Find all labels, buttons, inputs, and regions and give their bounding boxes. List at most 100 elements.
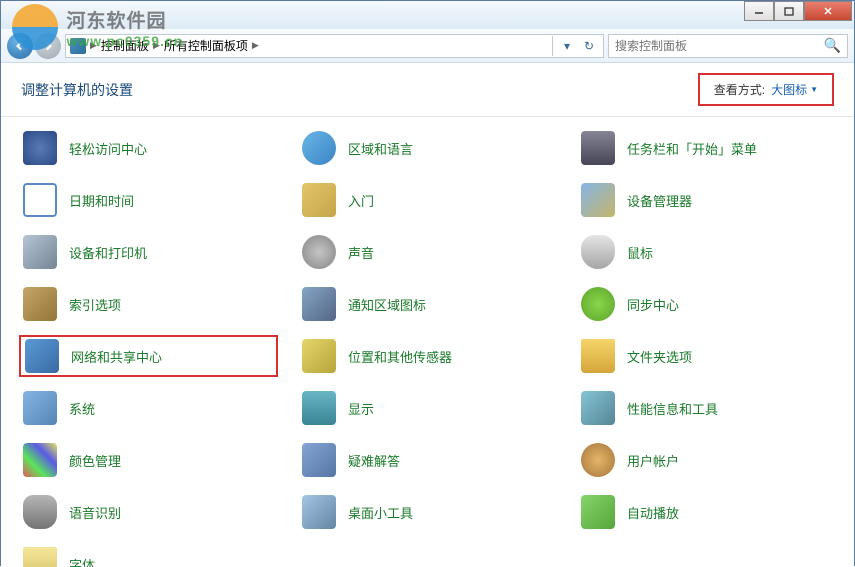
cp-item-perf[interactable]: 性能信息和工具 bbox=[577, 387, 836, 429]
cp-item-display[interactable]: 显示 bbox=[298, 387, 557, 429]
trouble-icon bbox=[302, 443, 336, 477]
close-icon bbox=[823, 6, 833, 16]
cp-item-label: 日期和时间 bbox=[69, 191, 134, 210]
cp-item-speech[interactable]: 语音识别 bbox=[19, 491, 278, 533]
control-panel-window: ▶ 控制面板 ▶ 所有控制面板项 ▶ ▾ ↻ 🔍 调整计算机的设置 查看方式: … bbox=[0, 0, 855, 566]
window-controls bbox=[744, 1, 852, 21]
cp-item-folder[interactable]: 文件夹选项 bbox=[577, 335, 836, 377]
cp-item-mouse[interactable]: 鼠标 bbox=[577, 231, 836, 273]
cp-item-label: 字体 bbox=[69, 555, 95, 567]
cp-item-gadget[interactable]: 桌面小工具 bbox=[298, 491, 557, 533]
cp-item-index[interactable]: 索引选项 bbox=[19, 283, 278, 325]
cp-item-label: 位置和其他传感器 bbox=[348, 347, 452, 366]
perf-icon bbox=[581, 391, 615, 425]
folder-icon bbox=[581, 339, 615, 373]
cp-item-autoplay[interactable]: 自动播放 bbox=[577, 491, 836, 533]
cp-item-start[interactable]: 入门 bbox=[298, 179, 557, 221]
speech-icon bbox=[23, 495, 57, 529]
date-icon bbox=[23, 183, 57, 217]
view-label: 查看方式: bbox=[714, 81, 765, 98]
autoplay-icon bbox=[581, 495, 615, 529]
taskbar-icon bbox=[581, 131, 615, 165]
nav-back-button[interactable] bbox=[7, 33, 33, 59]
cp-item-sync[interactable]: 同步中心 bbox=[577, 283, 836, 325]
start-icon bbox=[302, 183, 336, 217]
network-icon bbox=[25, 339, 59, 373]
chevron-down-icon: ▼ bbox=[810, 85, 818, 94]
header-row: 调整计算机的设置 查看方式: 大图标 ▼ bbox=[1, 63, 854, 117]
searchbox[interactable]: 🔍 bbox=[608, 34, 848, 58]
breadcrumb[interactable]: ▶ 控制面板 ▶ 所有控制面板项 ▶ ▾ ↻ bbox=[65, 34, 604, 58]
display-icon bbox=[302, 391, 336, 425]
chevron-down-icon: ▾ bbox=[564, 39, 570, 53]
close-button[interactable] bbox=[804, 1, 852, 21]
cp-item-label: 同步中心 bbox=[627, 295, 679, 314]
minimize-button[interactable] bbox=[744, 1, 774, 21]
cp-item-label: 入门 bbox=[348, 191, 374, 210]
refresh-icon: ↻ bbox=[584, 39, 594, 53]
cp-item-network[interactable]: 网络和共享中心 bbox=[19, 335, 278, 377]
nav-arrows bbox=[7, 33, 61, 59]
font-icon bbox=[23, 547, 57, 567]
cp-item-label: 索引选项 bbox=[69, 295, 121, 314]
cp-item-region[interactable]: 区域和语言 bbox=[298, 127, 557, 169]
cp-item-system[interactable]: 系统 bbox=[19, 387, 278, 429]
control-panel-icon bbox=[70, 38, 86, 54]
cp-item-label: 用户帐户 bbox=[627, 451, 679, 470]
index-icon bbox=[23, 287, 57, 321]
refresh-button[interactable]: ↻ bbox=[579, 36, 599, 56]
cp-item-font[interactable]: 字体 bbox=[19, 543, 278, 567]
content-area: 轻松访问中心 区域和语言 任务栏和「开始」菜单日期和时间 入门 设备管理器设备和打印机 声… bbox=[1, 117, 854, 567]
location-icon bbox=[302, 339, 336, 373]
cp-item-label: 显示 bbox=[348, 399, 374, 418]
view-selector: 查看方式: 大图标 ▼ bbox=[698, 73, 834, 106]
breadcrumb-sep-icon: ▶ bbox=[90, 40, 97, 51]
cp-item-sound[interactable]: 声音 bbox=[298, 231, 557, 273]
breadcrumb-sep-icon: ▶ bbox=[252, 40, 259, 51]
view-value-dropdown[interactable]: 大图标 ▼ bbox=[771, 81, 818, 98]
region-icon bbox=[302, 131, 336, 165]
device-mgr-icon bbox=[581, 183, 615, 217]
sync-icon bbox=[581, 287, 615, 321]
nav-forward-button[interactable] bbox=[35, 33, 61, 59]
cp-item-notify[interactable]: 通知区域图标 bbox=[298, 283, 557, 325]
view-value-text: 大图标 bbox=[771, 81, 807, 98]
cp-item-taskbar[interactable]: 任务栏和「开始」菜单 bbox=[577, 127, 836, 169]
sound-icon bbox=[302, 235, 336, 269]
cp-item-device-mgr[interactable]: 设备管理器 bbox=[577, 179, 836, 221]
maximize-button[interactable] bbox=[774, 1, 804, 21]
color-icon bbox=[23, 443, 57, 477]
items-grid: 轻松访问中心 区域和语言 任务栏和「开始」菜单日期和时间 入门 设备管理器设备和打印机 声… bbox=[19, 127, 836, 567]
breadcrumb-root[interactable]: 控制面板 bbox=[101, 37, 149, 54]
cp-item-label: 语音识别 bbox=[69, 503, 121, 522]
cp-item-label: 声音 bbox=[348, 243, 374, 262]
cp-item-color[interactable]: 颜色管理 bbox=[19, 439, 278, 481]
cp-item-label: 鼠标 bbox=[627, 243, 653, 262]
cp-item-label: 区域和语言 bbox=[348, 139, 413, 158]
cp-item-label: 系统 bbox=[69, 399, 95, 418]
gadget-icon bbox=[302, 495, 336, 529]
cp-item-label: 网络和共享中心 bbox=[71, 347, 162, 366]
cp-item-ease[interactable]: 轻松访问中心 bbox=[19, 127, 278, 169]
user-icon bbox=[581, 443, 615, 477]
system-icon bbox=[23, 391, 57, 425]
cp-item-trouble[interactable]: 疑难解答 bbox=[298, 439, 557, 481]
cp-item-label: 通知区域图标 bbox=[348, 295, 426, 314]
cp-item-printer[interactable]: 设备和打印机 bbox=[19, 231, 278, 273]
arrow-left-icon bbox=[14, 40, 26, 52]
cp-item-label: 设备和打印机 bbox=[69, 243, 147, 262]
cp-item-label: 自动播放 bbox=[627, 503, 679, 522]
search-icon[interactable]: 🔍 bbox=[824, 37, 841, 54]
cp-item-label: 颜色管理 bbox=[69, 451, 121, 470]
cp-item-date[interactable]: 日期和时间 bbox=[19, 179, 278, 221]
search-input[interactable] bbox=[615, 39, 824, 53]
notify-icon bbox=[302, 287, 336, 321]
cp-item-user[interactable]: 用户帐户 bbox=[577, 439, 836, 481]
navbar: ▶ 控制面板 ▶ 所有控制面板项 ▶ ▾ ↻ 🔍 bbox=[1, 29, 854, 63]
cp-item-location[interactable]: 位置和其他传感器 bbox=[298, 335, 557, 377]
breadcrumb-current[interactable]: 所有控制面板项 bbox=[164, 37, 248, 54]
cp-item-label: 任务栏和「开始」菜单 bbox=[627, 139, 757, 158]
breadcrumb-dropdown-button[interactable]: ▾ bbox=[557, 36, 577, 56]
cp-item-label: 性能信息和工具 bbox=[627, 399, 718, 418]
page-title: 调整计算机的设置 bbox=[21, 80, 133, 100]
